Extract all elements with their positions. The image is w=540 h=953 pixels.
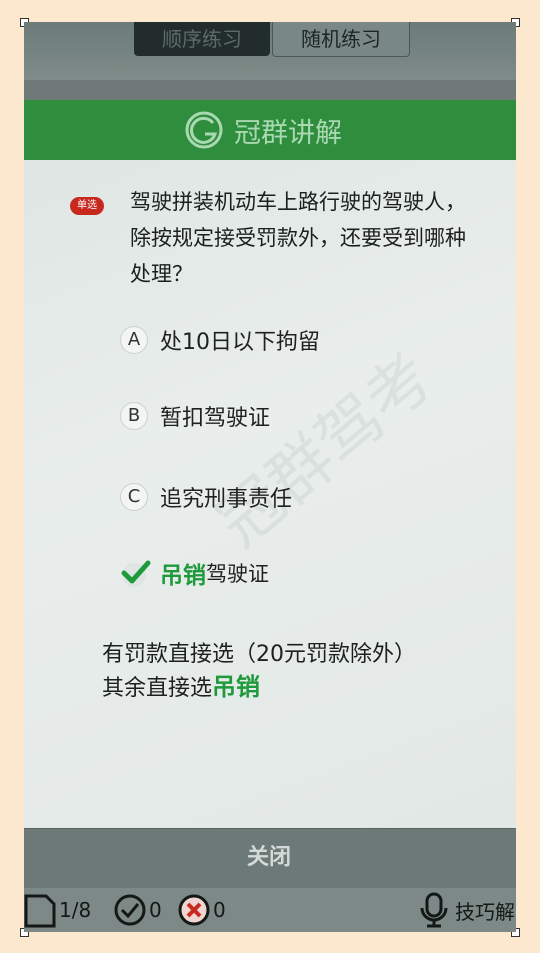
correct-count: 0 xyxy=(149,898,162,922)
answer-highlight: 吊销 xyxy=(160,563,206,589)
explanation-line-2: 其余直接选吊销 xyxy=(102,671,492,705)
option-text-b: 暂扣驾驶证 xyxy=(160,406,271,431)
microphone-icon xyxy=(420,892,448,928)
option-letter-c: C xyxy=(120,483,148,511)
option-text-a: 处10日以下拘留 xyxy=(160,330,320,355)
question-type-badge: 单选 xyxy=(70,197,104,215)
progress-text: 1/8 xyxy=(59,898,92,922)
document-icon xyxy=(24,894,56,928)
option-c[interactable]: C 追究刑事责任 xyxy=(120,481,292,513)
question-card: 冠群驾考 单选 驾驶拼装机动车上路行驶的驾驶人，除按规定接受罚款外，还要受到哪种… xyxy=(24,160,516,828)
explanation-line-2-prefix: 其余直接选 xyxy=(102,676,213,701)
header-title-group: 冠群讲解 xyxy=(184,110,342,150)
option-text-c: 追究刑事责任 xyxy=(160,487,293,512)
option-d-correct[interactable]: 吊销 驾驶证 xyxy=(120,556,269,590)
watermark: 冠群驾考 xyxy=(204,339,448,562)
tips-label: 技巧解 xyxy=(455,899,515,924)
explanation-header: 冠群讲解 xyxy=(24,100,516,160)
status-bar: 1/8 0 0 技巧解 xyxy=(24,888,516,932)
option-letter-a: A xyxy=(120,326,148,354)
correct-counter: 0 xyxy=(114,892,162,928)
wrong-x-icon xyxy=(178,894,210,926)
close-bar: 关闭 xyxy=(24,828,516,889)
option-letter-b: B xyxy=(120,402,148,430)
question-text: 驾驶拼装机动车上路行驶的驾驶人，除按规定接受罚款外，还要受到哪种处理？ xyxy=(130,190,466,286)
option-a[interactable]: A 处10日以下拘留 xyxy=(120,324,320,356)
tips-button[interactable]: 技巧解 xyxy=(416,892,515,928)
answer-rest: 驾驶证 xyxy=(206,562,269,586)
explanation-line-1: 有罚款直接选（20元罚款除外） xyxy=(102,642,416,667)
tab-bar: 顺序练习 随机练习 xyxy=(24,22,516,80)
wrong-counter: 0 xyxy=(178,892,226,928)
explanation-text: 有罚款直接选（20元罚款除外） 其余直接选吊销 xyxy=(102,638,492,705)
tab-sequential-practice[interactable]: 顺序练习 xyxy=(134,22,270,56)
close-button[interactable]: 关闭 xyxy=(224,841,314,875)
correct-check-icon xyxy=(114,894,146,926)
checkmark-icon xyxy=(121,560,151,587)
progress-indicator[interactable]: 1/8 xyxy=(24,892,91,928)
wrong-count: 0 xyxy=(213,898,226,922)
header-title: 冠群讲解 xyxy=(234,117,342,149)
option-b[interactable]: B 暂扣驾驶证 xyxy=(120,400,270,432)
g-circle-logo-icon xyxy=(185,111,223,149)
tab-random-practice[interactable]: 随机练习 xyxy=(272,22,410,57)
explanation-highlight: 吊销 xyxy=(212,673,261,701)
app-screen: 顺序练习 随机练习 冠群讲解 冠群驾考 单选 驾驶拼装机动车上路行驶的驾驶人，除… xyxy=(24,22,516,932)
